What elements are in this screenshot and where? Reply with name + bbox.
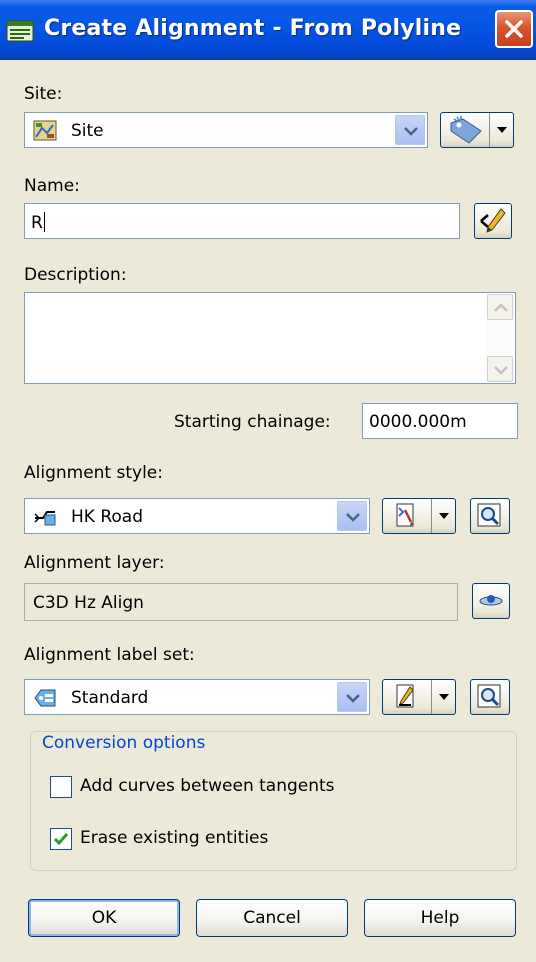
dropdown-arrow-icon [497,127,507,133]
help-button[interactable]: Help [364,899,516,937]
alignment-style-icon [33,506,59,528]
alignment-layer-value: C3D Hz Align [33,593,144,613]
alignment-label-set-preview-button[interactable] [470,679,510,715]
close-icon [505,20,523,38]
name-template-icon [480,208,506,233]
alignment-label-set-label: Alignment label set: [24,645,195,665]
alignment-label-set-dropdown[interactable]: Standard [24,679,370,715]
dropdown-arrow-icon [439,694,449,700]
add-curves-checkbox[interactable] [50,776,72,798]
chevron-down-icon [494,366,508,375]
erase-entities-checkbox[interactable] [50,828,72,850]
site-icon [33,120,59,142]
starting-chainage-value: 0000.000m [369,412,467,432]
label-set-edit-dropdown-arrow[interactable] [431,680,455,714]
scroll-up-button[interactable] [487,294,513,320]
starting-chainage-field[interactable]: 0000.000m [362,403,518,439]
style-edit-dropdown-arrow[interactable] [431,499,455,533]
alignment-style-dropdown[interactable]: HK Road [24,498,370,534]
alignment-label-set-value: Standard [71,688,149,708]
site-value: Site [71,121,104,141]
conversion-options-legend: Conversion options [38,733,210,753]
description-scrollbar[interactable] [486,294,514,382]
dropdown-arrow-icon [439,513,449,519]
window-title: Create Alignment - From Polyline [44,16,462,41]
magnifier-icon [477,684,501,708]
label-set-icon [33,687,59,709]
pencil-edit-icon [396,684,414,708]
text-caret [43,212,45,232]
starting-chainage-label: Starting chainage: [174,412,331,432]
chevron-down-icon[interactable] [337,682,367,712]
cancel-button[interactable]: Cancel [196,899,348,937]
alignment-layer-field: C3D Hz Align [24,583,458,621]
checkmark-icon [53,833,69,846]
chevron-up-icon [494,303,508,312]
alignment-app-icon [6,18,36,44]
site-options-button[interactable] [440,112,514,148]
name-template-button[interactable] [474,203,512,239]
description-textarea[interactable] [24,292,516,384]
description-label: Description: [24,265,127,285]
close-button[interactable] [495,10,533,48]
alignment-style-value: HK Road [71,507,143,527]
chevron-down-icon[interactable] [395,115,425,145]
add-curves-label[interactable]: Add curves between tangents [80,776,335,796]
site-dropdown[interactable]: Site [24,112,428,148]
style-edit-icon [396,503,414,527]
alignment-layer-label: Alignment layer: [24,553,165,573]
erase-entities-label[interactable]: Erase existing entities [80,828,268,848]
layer-icon [479,595,503,606]
ok-button[interactable]: OK [28,899,180,937]
site-label: Site: [24,84,63,104]
alignment-layer-button[interactable] [472,583,510,619]
magnifier-icon [477,503,501,527]
alignment-style-edit-button[interactable] [382,498,456,534]
alignment-label-set-edit-button[interactable] [382,679,456,715]
alignment-style-label: Alignment style: [24,463,163,483]
site-options-dropdown-arrow[interactable] [489,113,513,147]
name-label: Name: [24,176,80,196]
title-bar: Create Alignment - From Polyline [0,0,536,60]
alignment-style-preview-button[interactable] [470,498,510,534]
site-tag-icon [450,116,482,144]
name-field[interactable]: R [24,203,460,239]
chevron-down-icon[interactable] [337,501,367,531]
name-value: R [31,213,43,233]
scroll-down-button[interactable] [487,356,513,382]
